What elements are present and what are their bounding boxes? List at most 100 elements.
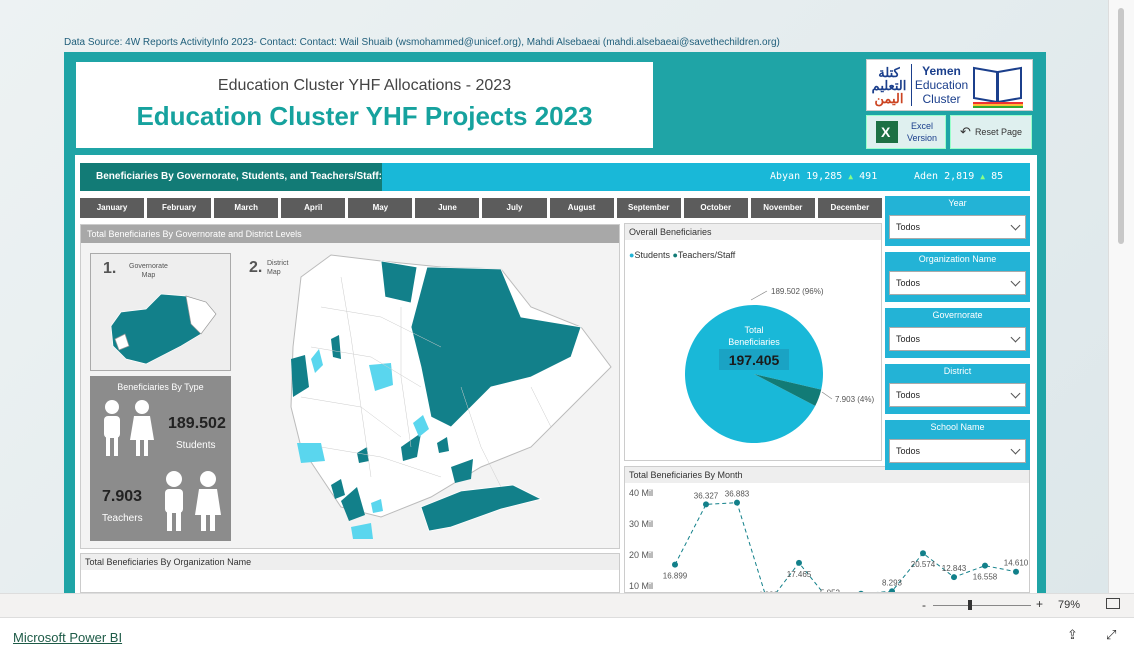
district-shapes — [290, 254, 612, 539]
district-map-label: District Map — [267, 259, 288, 277]
reset-page-button[interactable]: ↶ Reset Page — [950, 115, 1032, 149]
monthly-data-label: 16.558 — [973, 573, 998, 582]
students-label: Students — [176, 440, 216, 451]
month-button[interactable]: January — [80, 198, 145, 218]
title-box: Education Cluster YHF Allocations - 2023… — [76, 62, 653, 148]
month-button[interactable]: February — [147, 198, 212, 218]
zoom-level: 79% — [1058, 599, 1081, 611]
logo-english: Yemen Education Cluster — [911, 64, 969, 106]
district-filter: District Todos — [885, 364, 1030, 414]
chevron-down-icon — [1010, 444, 1021, 454]
zoom-in-button[interactable]: + — [1036, 597, 1043, 611]
zoom-slider-handle[interactable] — [968, 600, 972, 610]
month-button[interactable]: August — [549, 198, 614, 218]
month-button[interactable]: October — [683, 198, 748, 218]
pie-total-label-2: Beneficiaries — [728, 337, 780, 347]
logo-arabic-line1: كتلة — [878, 64, 900, 80]
month-button[interactable]: April — [281, 198, 346, 218]
map-section-title: Total Beneficiaries By Governorate and D… — [81, 225, 619, 243]
monthly-point[interactable] — [951, 574, 957, 581]
filter-label: Year — [948, 198, 967, 208]
monthly-data-label: 36.883 — [725, 490, 750, 499]
beneficiaries-by-type-card: Beneficiaries By Type 189.502 Students 7… — [90, 376, 231, 541]
overall-title: Overall Beneficiaries — [625, 224, 881, 240]
district-map[interactable]: 2. District Map — [241, 247, 619, 547]
filter-label: District — [943, 366, 972, 376]
legend-teachers: Teachers/Staff — [677, 250, 736, 260]
fullscreen-icon[interactable]: ⤢ — [1106, 627, 1116, 643]
footer-bar: Microsoft Power BI ⇪ ⤢ — [0, 617, 1134, 652]
logo-en-line3: Cluster — [922, 92, 961, 106]
share-icon[interactable]: ⇪ — [1067, 627, 1078, 643]
school-filter: School Name Todos — [885, 420, 1030, 470]
organization-card: Total Beneficiaries By Organization Name — [80, 553, 620, 593]
undo-icon: ↶ — [960, 124, 971, 139]
monthly-point[interactable] — [796, 559, 802, 566]
monthly-data-label: 16.899 — [663, 572, 688, 581]
logo-en-line2: Education — [914, 78, 969, 92]
svg-text:X: X — [881, 124, 891, 140]
zoom-out-button[interactable]: - — [922, 598, 926, 612]
book-icon — [973, 66, 1023, 108]
excel-label-2: Version — [906, 133, 938, 143]
year-dropdown[interactable]: Todos — [889, 215, 1026, 239]
vertical-scrollbar[interactable] — [1108, 0, 1134, 593]
filter-label: Organization Name — [918, 254, 997, 264]
overall-beneficiaries-card: Overall Beneficiaries ●Students ●Teacher… — [624, 223, 882, 461]
pie-label-students: 189.502 (96%) — [771, 287, 824, 296]
chevron-down-icon — [1010, 332, 1021, 342]
monthly-line-chart: 40 Mil 30 Mil 20 Mil 10 Mil 16.899 36.327… — [629, 488, 1029, 592]
month-button[interactable]: July — [482, 198, 547, 218]
logo-arabic-line3: اليمن — [874, 90, 904, 106]
monthly-point[interactable] — [703, 501, 709, 508]
chevron-down-icon — [1010, 388, 1021, 398]
chevron-down-icon — [1010, 220, 1021, 230]
scrollbar-thumb[interactable] — [1118, 8, 1124, 244]
monthly-point[interactable] — [920, 550, 926, 557]
month-button[interactable]: December — [817, 198, 882, 218]
monthly-point[interactable] — [1013, 568, 1019, 575]
governorate-filter: Governorate Todos — [885, 308, 1030, 358]
report-title: Education Cluster YHF Projects 2023 — [136, 101, 593, 131]
y-tick: 20 Mil — [629, 550, 653, 560]
excel-version-button[interactable]: X Excel Version — [866, 115, 946, 149]
ticker-item-2: Aden 2,819 ▲ 85 — [914, 171, 1003, 182]
students-value: 189.502 — [168, 415, 226, 432]
ticker-students-2: 2,819 — [944, 171, 975, 182]
pie-label-teachers: 7.903 (4%) — [835, 395, 874, 404]
up-arrow-icon: ▲ — [848, 172, 854, 181]
organization-dropdown[interactable]: Todos — [889, 271, 1026, 295]
month-button[interactable]: November — [750, 198, 815, 218]
y-tick: 10 Mil — [629, 581, 653, 591]
excel-icon: X — [875, 121, 898, 143]
month-button[interactable]: March — [214, 198, 279, 218]
month-button[interactable]: June — [415, 198, 480, 218]
monthly-data-label: 36.327 — [694, 491, 719, 500]
monthly-point[interactable] — [734, 499, 740, 506]
teachers-value: 7.903 — [102, 488, 143, 505]
pie-leader-line — [750, 290, 768, 301]
zoom-slider[interactable] — [933, 605, 1031, 606]
pie-legend: ●Students ●Teachers/Staff — [629, 250, 881, 260]
filter-value: Todos — [896, 446, 921, 456]
logo-arabic-line2: التعليم — [871, 77, 907, 93]
month-button[interactable]: September — [616, 198, 681, 218]
school-dropdown[interactable]: Todos — [889, 439, 1026, 463]
reset-label: Reset Page — [974, 127, 1022, 137]
governorate-map[interactable]: 1. Governorate Map — [90, 253, 231, 371]
pie-total-label-1: Total — [744, 325, 763, 335]
map-section: Total Beneficiaries By Governorate and D… — [80, 224, 620, 549]
legend-students: Students — [634, 250, 670, 260]
monthly-point[interactable] — [672, 561, 678, 568]
monthly-point[interactable] — [982, 562, 988, 569]
ticker-teachers-2: 85 — [991, 171, 1004, 182]
monthly-data-label: 17.465 — [787, 570, 812, 579]
governorate-dropdown[interactable]: Todos — [889, 327, 1026, 351]
report-subtitle: Education Cluster YHF Allocations - 2023 — [217, 77, 512, 94]
fit-page-icon[interactable] — [1106, 598, 1120, 609]
month-button[interactable]: May — [348, 198, 413, 218]
filter-value: Todos — [896, 334, 921, 344]
district-dropdown[interactable]: Todos — [889, 383, 1026, 407]
power-bi-link[interactable]: Microsoft Power BI — [13, 630, 122, 645]
students-icon — [104, 400, 154, 456]
